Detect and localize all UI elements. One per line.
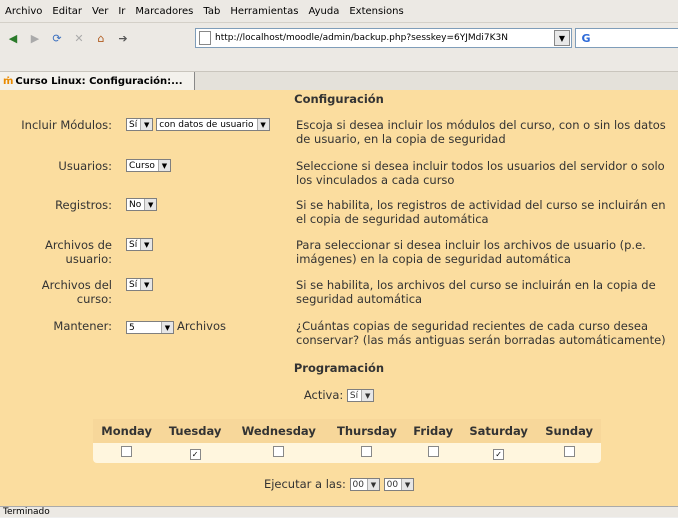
- days-table: Monday Tuesday Wednesday Thursday Friday…: [93, 419, 601, 463]
- moodle-icon: ṁ: [3, 75, 14, 87]
- run-label: Ejecutar a las:: [263, 477, 346, 491]
- navigation-toolbar: ◀ ▶ ⟳ ✕ ⌂ ➔ http://localhost/moodle/admi…: [0, 23, 678, 53]
- sched-heading: Programación: [293, 361, 385, 375]
- menu-ayuda[interactable]: Ayuda: [303, 6, 344, 17]
- modulos-data-select[interactable]: con datos de usuario ▼: [156, 118, 270, 131]
- chevron-down-icon: ▼: [401, 479, 414, 490]
- home-icon[interactable]: ⌂: [92, 29, 110, 47]
- tab-strip: ṁ Curso Linux: Configuración:...: [0, 72, 678, 90]
- desc-archivos-usuario: Para seleccionar si desea incluir los ar…: [296, 238, 646, 266]
- menu-marcadores[interactable]: Marcadores: [130, 6, 198, 17]
- registros-select[interactable]: No ▼: [126, 198, 158, 211]
- reload-icon[interactable]: ⟳: [48, 29, 66, 47]
- menu-ir[interactable]: Ir: [113, 6, 130, 17]
- usuarios-select[interactable]: Curso ▼: [126, 159, 171, 172]
- monday-checkbox[interactable]: [121, 446, 133, 457]
- address-text[interactable]: http://localhost/moodle/admin/backup.php…: [215, 33, 508, 43]
- status-text: Terminado: [3, 507, 50, 517]
- bookmarks-bar: [0, 53, 678, 72]
- chevron-down-icon: ▼: [256, 119, 269, 130]
- menu-tab[interactable]: Tab: [198, 6, 225, 17]
- day-header: Tuesday: [160, 419, 230, 443]
- page-content: Configuración Incluir Módulos: Sí ▼ con d…: [0, 90, 678, 506]
- control-archivos-curso: Sí ▼: [126, 278, 154, 291]
- menu-ver[interactable]: Ver: [87, 6, 113, 17]
- search-box[interactable]: G: [575, 28, 678, 48]
- control-usuarios: Curso ▼: [126, 159, 171, 172]
- sunday-checkbox[interactable]: [563, 446, 575, 457]
- menu-extensions[interactable]: Extensions: [344, 6, 408, 17]
- run-row: Ejecutar a las: 00 ▼ 00 ▼: [0, 477, 678, 491]
- tuesday-checkbox[interactable]: ✓: [189, 448, 201, 460]
- chevron-down-icon: ▼: [161, 322, 173, 333]
- archivos-curso-select[interactable]: Sí ▼: [126, 278, 154, 291]
- google-icon: G: [581, 31, 591, 45]
- menu-bar: Archivo Editar Ver Ir Marcadores Tab Her…: [0, 0, 678, 23]
- desc-registros: Si se habilita, los registros de activid…: [296, 198, 666, 226]
- thursday-checkbox[interactable]: [361, 446, 373, 457]
- desc-archivos-curso: Si se habilita, los archivos del curso s…: [296, 278, 656, 306]
- label-modulos: Incluir Módulos:: [21, 118, 112, 132]
- day-header: Wednesday: [229, 419, 328, 443]
- go-icon[interactable]: ➔: [114, 29, 132, 47]
- active-row: Activa: Sí ▼: [0, 388, 678, 402]
- label-archivos-usuario: Archivos de usuario:: [44, 238, 112, 266]
- label-archivos-curso: Archivos del curso:: [41, 278, 112, 306]
- control-registros: No ▼: [126, 198, 158, 211]
- chevron-down-icon: ▼: [361, 390, 374, 401]
- mantener-suffix: Archivos: [177, 319, 227, 333]
- control-mantener: 5 ▼ Archivos: [126, 319, 226, 334]
- day-header: Saturday: [459, 419, 538, 443]
- menu-herramientas[interactable]: Herramientas: [225, 6, 303, 17]
- menu-editar[interactable]: Editar: [47, 6, 87, 17]
- label-registros: Registros:: [55, 198, 112, 212]
- status-bar: Terminado: [0, 506, 678, 517]
- chevron-down-icon: ▼: [140, 239, 153, 250]
- hour-select[interactable]: 00 ▼: [349, 478, 380, 491]
- day-header: Sunday: [537, 419, 601, 443]
- forward-icon[interactable]: ▶: [26, 29, 44, 47]
- control-archivos-usuario: Sí ▼: [126, 238, 154, 251]
- chevron-down-icon: ▼: [366, 479, 379, 490]
- minute-select[interactable]: 00 ▼: [383, 478, 415, 491]
- stop-icon[interactable]: ✕: [70, 29, 88, 47]
- page-icon: [199, 31, 211, 45]
- active-label: Activa:: [303, 388, 344, 402]
- config-heading: Configuración: [294, 92, 384, 106]
- day-header: Friday: [406, 419, 460, 443]
- label-usuarios: Usuarios:: [58, 159, 112, 173]
- friday-checkbox[interactable]: [427, 446, 439, 457]
- chevron-down-icon: ▼: [140, 279, 153, 290]
- day-header: Monday: [93, 419, 161, 443]
- desc-modulos: Escoja si desea incluir los módulos del …: [296, 118, 666, 146]
- chevron-down-icon[interactable]: ▼: [554, 30, 570, 46]
- wednesday-checkbox[interactable]: [273, 446, 285, 457]
- saturday-checkbox[interactable]: ✓: [493, 448, 505, 460]
- mantener-select[interactable]: 5 ▼: [126, 321, 174, 334]
- chevron-down-icon: ▼: [144, 199, 157, 210]
- back-icon[interactable]: ◀: [4, 29, 22, 47]
- active-select[interactable]: Sí ▼: [346, 389, 375, 402]
- label-mantener: Mantener:: [53, 319, 112, 333]
- address-bar[interactable]: http://localhost/moodle/admin/backup.php…: [195, 28, 572, 48]
- chevron-down-icon: ▼: [157, 160, 170, 171]
- browser-tab[interactable]: ṁ Curso Linux: Configuración:...: [0, 72, 195, 90]
- desc-mantener: ¿Cuántas copias de seguridad recientes d…: [296, 319, 666, 347]
- control-modulos: Sí ▼ con datos de usuario ▼: [126, 118, 270, 131]
- tab-title: Curso Linux: Configuración:...: [15, 75, 183, 87]
- day-header: Thursday: [327, 419, 407, 443]
- menu-archivo[interactable]: Archivo: [0, 6, 47, 17]
- archivos-usuario-select[interactable]: Sí ▼: [126, 238, 154, 251]
- chevron-down-icon: ▼: [140, 119, 153, 130]
- modulos-select[interactable]: Sí ▼: [126, 118, 154, 131]
- desc-usuarios: Seleccione si desea incluir todos los us…: [296, 159, 665, 187]
